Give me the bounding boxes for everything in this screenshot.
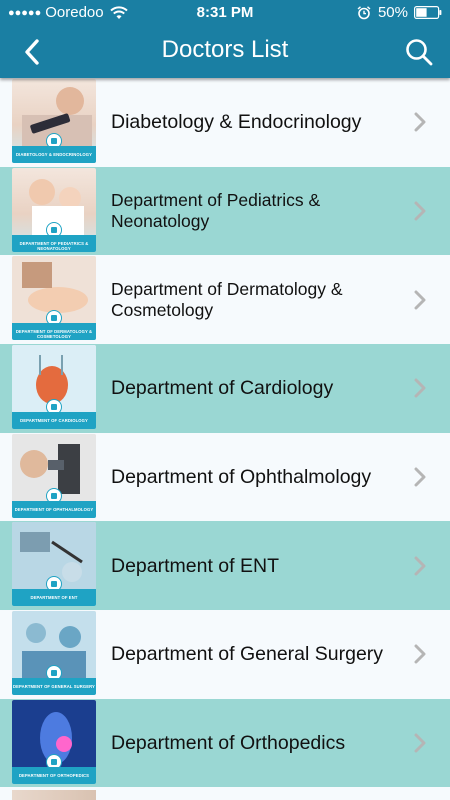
department-name: Department of Dermatology & Cosmetology	[111, 278, 343, 320]
navigation-bar: Doctors List	[0, 26, 450, 78]
chevron-right-icon	[414, 644, 426, 664]
alarm-icon	[357, 5, 371, 19]
department-thumbnail: DEPARTMENT OF GENERAL SURGERY	[12, 611, 96, 696]
chevron-right-icon	[414, 112, 426, 132]
thumbnail-caption: DEPARTMENT OF PEDIATRICS & NEONATOLOGY	[12, 234, 96, 252]
page-title: Doctors List	[161, 36, 289, 63]
search-icon	[406, 39, 433, 66]
department-thumbnail: DEPARTMENT OF PEDIATRICS & NEONATOLOGY	[12, 167, 96, 252]
battery-percent: 50%	[377, 4, 408, 21]
department-name: Department of ENT	[111, 554, 279, 577]
department-list-item[interactable]: DEPARTMENT OF OPHTHALMOLOGY Department of…	[0, 432, 450, 522]
department-thumbnail: DIABETOLOGY & ENDOCRINOLOGY	[12, 79, 96, 163]
thumbnail-caption: DEPARTMENT OF ORTHOPEDICS	[12, 766, 96, 784]
chevron-right-icon	[414, 556, 426, 576]
departments-list: DIABETOLOGY & ENDOCRINOLOGY Diabetology &…	[0, 78, 450, 788]
battery-icon	[414, 6, 442, 19]
department-thumbnail: DEPARTMENT OF ENT	[12, 522, 96, 607]
thumbnail-caption: DEPARTMENT OF GENERAL SURGERY	[12, 678, 96, 696]
department-name: Department of Ophthalmology	[111, 466, 372, 489]
list-item-partial[interactable]	[0, 787, 450, 800]
department-name: Department of General Surgery	[111, 643, 384, 666]
department-thumbnail: DEPARTMENT OF OPHTHALMOLOGY	[12, 433, 96, 518]
department-list-item[interactable]: DIABETOLOGY & ENDOCRINOLOGY Diabetology &…	[0, 78, 450, 167]
app-header: ●●●●● Ooredoo 8:31 PM 50% Doctors List	[0, 0, 450, 78]
chevron-right-icon	[414, 733, 426, 753]
department-name: Department of Orthopedics	[111, 732, 346, 755]
status-right: 50%	[357, 4, 442, 21]
chevron-right-icon	[414, 378, 426, 398]
thumbnail-caption: DEPARTMENT OF ENT	[12, 589, 96, 607]
chevron-right-icon	[414, 467, 426, 487]
department-thumbnail: DEPARTMENT OF ORTHOPEDICS	[12, 699, 96, 784]
thumbnail-caption: DEPARTMENT OF CARDIOLOGY	[12, 412, 96, 430]
department-name: Department of Cardiology	[111, 377, 334, 400]
department-list-item[interactable]: DEPARTMENT OF ORTHOPEDICS Department of O…	[0, 698, 450, 788]
chevron-right-icon	[414, 201, 426, 221]
department-list-item[interactable]: DEPARTMENT OF PEDIATRICS & NEONATOLOGY De…	[0, 166, 450, 256]
thumbnail-caption: DEPARTMENT OF DERMATOLOGY & COSMETOLOGY	[12, 323, 96, 341]
department-thumbnail: DEPARTMENT OF CARDIOLOGY	[12, 345, 96, 430]
department-list-item[interactable]: DEPARTMENT OF DERMATOLOGY & COSMETOLOGY D…	[0, 255, 450, 345]
thumbnail-caption: DIABETOLOGY & ENDOCRINOLOGY	[12, 146, 96, 163]
department-list-item[interactable]: DEPARTMENT OF ENT Department of ENT	[0, 521, 450, 611]
status-bar: ●●●●● Ooredoo 8:31 PM 50%	[0, 0, 450, 26]
search-button[interactable]	[402, 35, 436, 69]
department-list-item[interactable]: DEPARTMENT OF CARDIOLOGY Department of Ca…	[0, 344, 450, 433]
thumbnail-caption: DEPARTMENT OF OPHTHALMOLOGY	[12, 500, 96, 518]
chevron-right-icon	[414, 290, 426, 310]
department-list-item[interactable]: DEPARTMENT OF GENERAL SURGERY Department …	[0, 610, 450, 699]
department-thumbnail	[12, 790, 96, 800]
department-name: Department of Pediatrics & Neonatology	[111, 190, 321, 232]
department-thumbnail: DEPARTMENT OF DERMATOLOGY & COSMETOLOGY	[12, 256, 96, 341]
department-name: Diabetology & Endocrinology	[111, 111, 362, 134]
